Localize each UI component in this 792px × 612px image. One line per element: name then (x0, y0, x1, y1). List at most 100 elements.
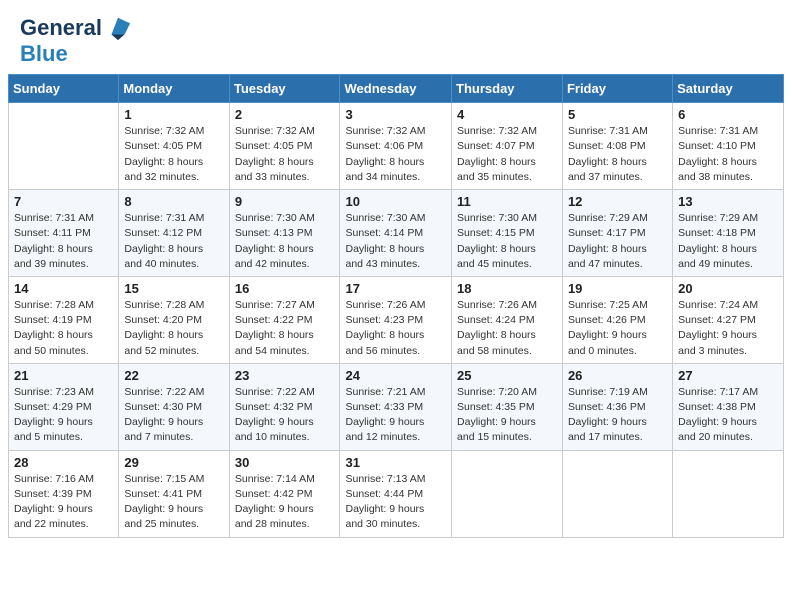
day-info: Sunrise: 7:21 AM Sunset: 4:33 PM Dayligh… (345, 385, 446, 446)
calendar-cell: 20Sunrise: 7:24 AM Sunset: 4:27 PM Dayli… (673, 276, 784, 363)
day-info: Sunrise: 7:24 AM Sunset: 4:27 PM Dayligh… (678, 298, 778, 359)
calendar-cell: 24Sunrise: 7:21 AM Sunset: 4:33 PM Dayli… (340, 363, 452, 450)
column-header-saturday: Saturday (673, 75, 784, 103)
day-info: Sunrise: 7:31 AM Sunset: 4:10 PM Dayligh… (678, 124, 778, 185)
calendar-cell: 31 Sunrise: 7:13 AM Sunset: 4:44 PM Dayli… (340, 450, 452, 537)
day-info: Sunrise: 7:26 AM Sunset: 4:23 PM Dayligh… (345, 298, 446, 359)
day-info: Sunrise: 7:30 AM Sunset: 4:13 PM Dayligh… (235, 211, 335, 272)
day-number: 1 (124, 107, 223, 122)
column-header-friday: Friday (562, 75, 672, 103)
column-header-sunday: Sunday (9, 75, 119, 103)
logo-text: General (20, 16, 102, 40)
day-info: Sunrise: 7:19 AM Sunset: 4:36 PM Dayligh… (568, 385, 667, 446)
column-header-monday: Monday (119, 75, 229, 103)
calendar-cell: 3 Sunrise: 7:32 AM Sunset: 4:06 PM Daylig… (340, 103, 452, 190)
day-number: 17 (345, 281, 446, 296)
day-number: 23 (235, 368, 335, 383)
calendar-cell: 8 Sunrise: 7:31 AM Sunset: 4:12 PM Daylig… (119, 190, 229, 277)
day-number: 3 (345, 107, 446, 122)
day-info: Sunrise: 7:32 AM Sunset: 4:05 PM Dayligh… (124, 124, 223, 185)
calendar-cell: 26Sunrise: 7:19 AM Sunset: 4:36 PM Dayli… (562, 363, 672, 450)
day-number: 6 (678, 107, 778, 122)
calendar-cell: 29 Sunrise: 7:15 AM Sunset: 4:41 PM Dayli… (119, 450, 229, 537)
day-number: 13 (678, 194, 778, 209)
calendar-table: SundayMondayTuesdayWednesdayThursdayFrid… (8, 74, 784, 537)
calendar-cell: 12 Sunrise: 7:29 AM Sunset: 4:17 PM Dayli… (562, 190, 672, 277)
day-info: Sunrise: 7:13 AM Sunset: 4:44 PM Dayligh… (345, 472, 446, 533)
calendar-cell: 7 Sunrise: 7:31 AM Sunset: 4:11 PM Daylig… (9, 190, 119, 277)
day-info: Sunrise: 7:15 AM Sunset: 4:41 PM Dayligh… (124, 472, 223, 533)
column-header-thursday: Thursday (452, 75, 563, 103)
column-header-tuesday: Tuesday (229, 75, 340, 103)
day-number: 15 (124, 281, 223, 296)
column-header-wednesday: Wednesday (340, 75, 452, 103)
calendar-cell: 27 Sunrise: 7:17 AM Sunset: 4:38 PM Dayli… (673, 363, 784, 450)
logo-blue-text: Blue (20, 42, 68, 66)
day-info: Sunrise: 7:29 AM Sunset: 4:17 PM Dayligh… (568, 211, 667, 272)
calendar-cell: 14 Sunrise: 7:28 AM Sunset: 4:19 PM Dayli… (9, 276, 119, 363)
calendar-cell: 28Sunrise: 7:16 AM Sunset: 4:39 PM Dayli… (9, 450, 119, 537)
calendar-cell: 1 Sunrise: 7:32 AM Sunset: 4:05 PM Daylig… (119, 103, 229, 190)
day-info: Sunrise: 7:32 AM Sunset: 4:06 PM Dayligh… (345, 124, 446, 185)
day-number: 29 (124, 455, 223, 470)
day-info: Sunrise: 7:29 AM Sunset: 4:18 PM Dayligh… (678, 211, 778, 272)
calendar-cell: 9 Sunrise: 7:30 AM Sunset: 4:13 PM Daylig… (229, 190, 340, 277)
calendar-wrap: SundayMondayTuesdayWednesdayThursdayFrid… (0, 74, 792, 545)
day-number: 12 (568, 194, 667, 209)
calendar-cell: 13 Sunrise: 7:29 AM Sunset: 4:18 PM Dayli… (673, 190, 784, 277)
day-number: 31 (345, 455, 446, 470)
day-number: 8 (124, 194, 223, 209)
day-number: 22 (124, 368, 223, 383)
day-info: Sunrise: 7:28 AM Sunset: 4:20 PM Dayligh… (124, 298, 223, 359)
day-number: 30 (235, 455, 335, 470)
day-info: Sunrise: 7:31 AM Sunset: 4:11 PM Dayligh… (14, 211, 113, 272)
day-number: 10 (345, 194, 446, 209)
day-number: 14 (14, 281, 113, 296)
calendar-header-row: SundayMondayTuesdayWednesdayThursdayFrid… (9, 75, 784, 103)
day-number: 9 (235, 194, 335, 209)
logo-icon (104, 14, 132, 42)
calendar-week-row: 14 Sunrise: 7:28 AM Sunset: 4:19 PM Dayli… (9, 276, 784, 363)
day-info: Sunrise: 7:31 AM Sunset: 4:12 PM Dayligh… (124, 211, 223, 272)
calendar-cell: 15 Sunrise: 7:28 AM Sunset: 4:20 PM Dayli… (119, 276, 229, 363)
day-number: 2 (235, 107, 335, 122)
day-info: Sunrise: 7:31 AM Sunset: 4:08 PM Dayligh… (568, 124, 667, 185)
day-info: Sunrise: 7:17 AM Sunset: 4:38 PM Dayligh… (678, 385, 778, 446)
day-info: Sunrise: 7:26 AM Sunset: 4:24 PM Dayligh… (457, 298, 557, 359)
calendar-cell: 25Sunrise: 7:20 AM Sunset: 4:35 PM Dayli… (452, 363, 563, 450)
day-number: 11 (457, 194, 557, 209)
day-number: 18 (457, 281, 557, 296)
calendar-cell (562, 450, 672, 537)
calendar-cell: 17 Sunrise: 7:26 AM Sunset: 4:23 PM Dayli… (340, 276, 452, 363)
day-info: Sunrise: 7:32 AM Sunset: 4:07 PM Dayligh… (457, 124, 557, 185)
calendar-cell: 10Sunrise: 7:30 AM Sunset: 4:14 PM Dayli… (340, 190, 452, 277)
calendar-cell: 6 Sunrise: 7:31 AM Sunset: 4:10 PM Daylig… (673, 103, 784, 190)
logo: General Blue (20, 14, 132, 66)
calendar-cell: 21Sunrise: 7:23 AM Sunset: 4:29 PM Dayli… (9, 363, 119, 450)
page-header: General Blue (0, 0, 792, 74)
calendar-cell: 23Sunrise: 7:22 AM Sunset: 4:32 PM Dayli… (229, 363, 340, 450)
calendar-week-row: 7 Sunrise: 7:31 AM Sunset: 4:11 PM Daylig… (9, 190, 784, 277)
calendar-cell: 30Sunrise: 7:14 AM Sunset: 4:42 PM Dayli… (229, 450, 340, 537)
calendar-cell (452, 450, 563, 537)
calendar-week-row: 28Sunrise: 7:16 AM Sunset: 4:39 PM Dayli… (9, 450, 784, 537)
day-info: Sunrise: 7:22 AM Sunset: 4:30 PM Dayligh… (124, 385, 223, 446)
calendar-cell: 19Sunrise: 7:25 AM Sunset: 4:26 PM Dayli… (562, 276, 672, 363)
day-number: 7 (14, 194, 113, 209)
calendar-cell (9, 103, 119, 190)
calendar-cell: 16Sunrise: 7:27 AM Sunset: 4:22 PM Dayli… (229, 276, 340, 363)
calendar-cell: 5Sunrise: 7:31 AM Sunset: 4:08 PM Daylig… (562, 103, 672, 190)
day-number: 28 (14, 455, 113, 470)
day-info: Sunrise: 7:32 AM Sunset: 4:05 PM Dayligh… (235, 124, 335, 185)
day-info: Sunrise: 7:28 AM Sunset: 4:19 PM Dayligh… (14, 298, 113, 359)
day-info: Sunrise: 7:27 AM Sunset: 4:22 PM Dayligh… (235, 298, 335, 359)
day-number: 21 (14, 368, 113, 383)
calendar-cell: 22 Sunrise: 7:22 AM Sunset: 4:30 PM Dayli… (119, 363, 229, 450)
calendar-cell: 18 Sunrise: 7:26 AM Sunset: 4:24 PM Dayli… (452, 276, 563, 363)
calendar-cell: 2 Sunrise: 7:32 AM Sunset: 4:05 PM Daylig… (229, 103, 340, 190)
day-info: Sunrise: 7:30 AM Sunset: 4:15 PM Dayligh… (457, 211, 557, 272)
calendar-week-row: 21Sunrise: 7:23 AM Sunset: 4:29 PM Dayli… (9, 363, 784, 450)
day-number: 19 (568, 281, 667, 296)
calendar-week-row: 1 Sunrise: 7:32 AM Sunset: 4:05 PM Daylig… (9, 103, 784, 190)
day-number: 27 (678, 368, 778, 383)
